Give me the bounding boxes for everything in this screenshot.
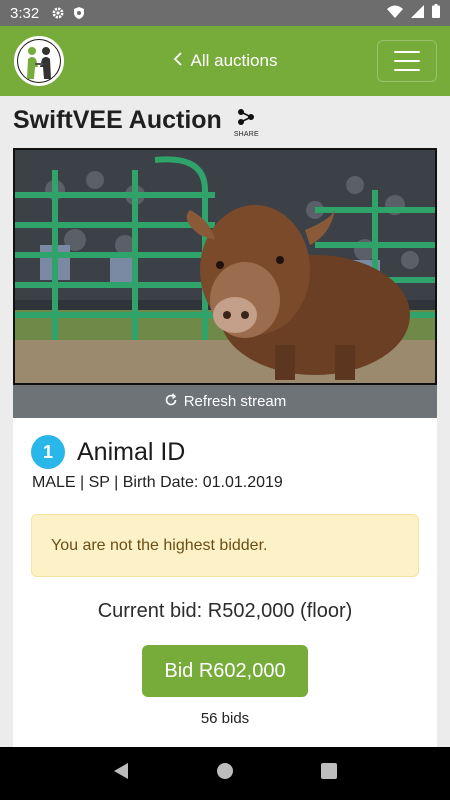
back-icon[interactable] [113, 762, 129, 785]
home-icon[interactable] [216, 762, 234, 785]
app-bar: All auctions [0, 26, 450, 96]
share-label: SHARE [233, 131, 259, 138]
status-time: 3:32 [10, 4, 40, 22]
logo[interactable] [14, 36, 64, 86]
settings-icon [51, 6, 65, 20]
shield-icon [73, 6, 85, 20]
animal-details: MALE | SP | Birth Date: 01.01.2019 [32, 474, 283, 491]
stream-image [15, 150, 435, 383]
bid-status-alert: You are not the highest bidder. [31, 514, 419, 577]
title-row: SwiftVEE Auction SHARE [13, 106, 259, 138]
share-icon [236, 108, 256, 131]
lot-number-badge: 1 [31, 435, 65, 469]
wifi-icon [387, 5, 403, 22]
live-stream-video[interactable] [13, 148, 437, 385]
signal-icon [411, 4, 424, 22]
status-bar: 3:32 [0, 0, 450, 26]
back-link-label: All auctions [190, 51, 278, 70]
lot-header: 1 Animal ID [31, 435, 185, 469]
chevron-left-icon [173, 51, 183, 72]
current-bid: Current bid: R502,000 (floor) [97, 600, 353, 622]
refresh-icon [164, 392, 178, 411]
bids-count: 56 bids [200, 710, 250, 727]
place-bid-button[interactable]: Bid R602,000 [142, 645, 308, 697]
share-button[interactable]: SHARE [234, 108, 259, 138]
menu-icon [394, 51, 420, 53]
battery-icon [432, 4, 440, 22]
animal-id: Animal ID [77, 437, 186, 466]
refresh-stream-label: Refresh stream [183, 393, 287, 410]
auction-card: Refresh stream 1 Animal ID MALE | SP | B… [13, 148, 437, 758]
page-title: SwiftVEE Auction [13, 106, 222, 134]
refresh-stream-button[interactable]: Refresh stream [13, 385, 437, 418]
system-nav-bar [0, 747, 450, 800]
recents-icon[interactable] [320, 763, 337, 784]
menu-button[interactable] [377, 40, 437, 82]
